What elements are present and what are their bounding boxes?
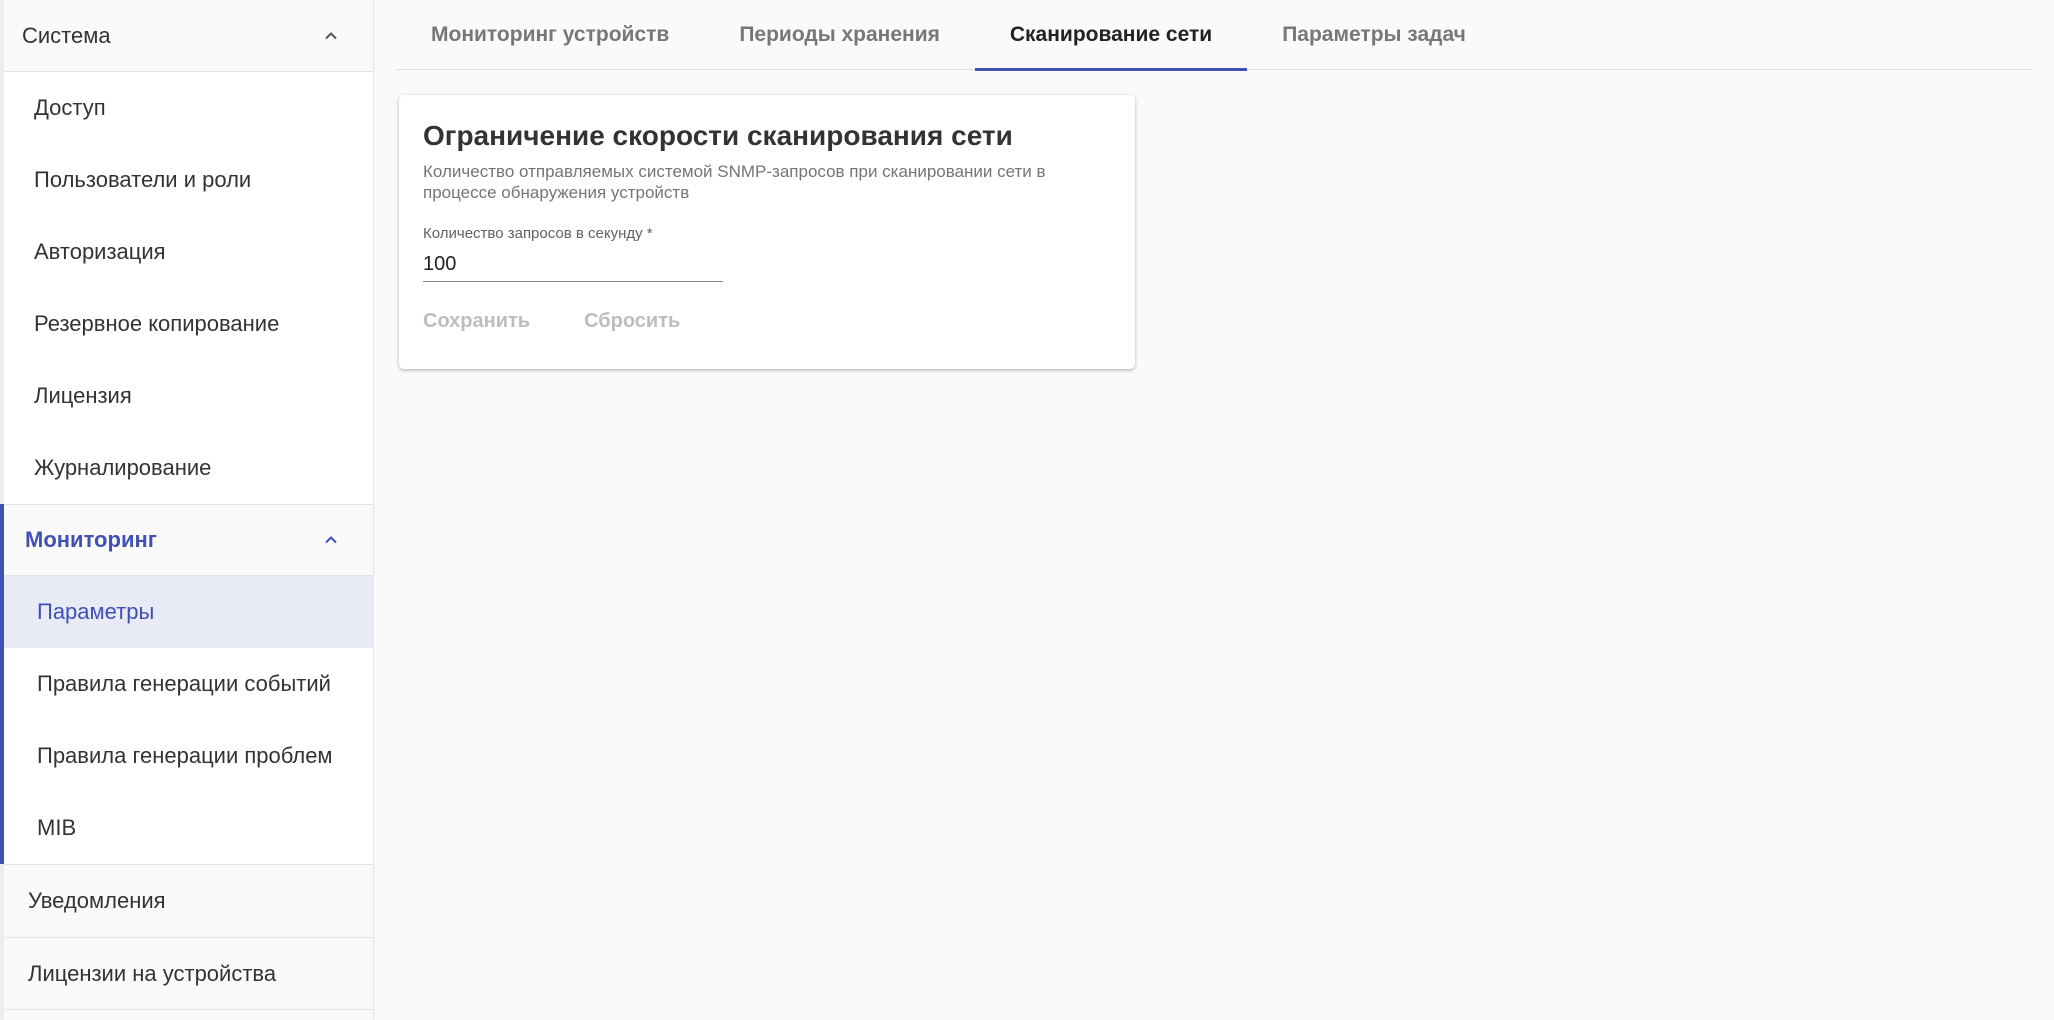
sidebar-group-label: Мониторинг — [25, 527, 157, 552]
tab-label: Сканирование сети — [1009, 23, 1213, 46]
sidebar-item-problem-rules[interactable]: Правила генерации проблем — [4, 720, 373, 792]
sidebar-item-users-roles[interactable]: Пользователи и роли — [4, 144, 373, 216]
sidebar-group-notifications[interactable]: Уведомления — [4, 864, 373, 937]
tab-label: Параметры задач — [1282, 23, 1466, 46]
sidebar-item-mib[interactable]: MIB — [4, 792, 373, 864]
requests-per-second-label: Количество запросов в секунду * — [423, 225, 653, 242]
reset-button[interactable]: Сбросить — [572, 302, 692, 341]
requests-per-second-input[interactable] — [423, 248, 723, 282]
tab-network-scan[interactable]: Сканирование сети — [974, 0, 1248, 71]
sidebar-group-header-system[interactable]: Система — [4, 0, 373, 72]
tab-label: Мониторинг устройств — [431, 23, 670, 46]
tab-label: Периоды хранения — [739, 23, 940, 46]
sidebar-item-label: MIB — [37, 815, 77, 840]
sidebar-group-monitoring: Мониторинг Параметры Правила генерации с… — [0, 504, 373, 864]
sidebar-group-label: Система — [22, 22, 111, 48]
tab-task-parameters[interactable]: Параметры задач — [1247, 0, 1501, 70]
sidebar: Система Доступ Пользователи и роли Автор… — [0, 0, 374, 1020]
sidebar-item-label: Правила генерации проблем — [37, 743, 333, 768]
sidebar-item-label: Лицензия — [34, 383, 132, 408]
sidebar-item-license[interactable]: Лицензия — [4, 360, 373, 432]
sidebar-item-label: Доступ — [34, 95, 106, 120]
sidebar-item-event-rules[interactable]: Правила генерации событий — [4, 648, 373, 720]
save-button[interactable]: Сохранить — [411, 302, 542, 341]
sidebar-item-label: Параметры — [37, 599, 155, 624]
card-title: Ограничение скорости сканирования сети — [423, 120, 1013, 151]
sidebar-item-label: Резервное копирование — [34, 311, 280, 336]
sidebar-item-access[interactable]: Доступ — [4, 72, 373, 144]
sidebar-group-label: Уведомления — [28, 888, 166, 913]
tab-device-monitoring[interactable]: Мониторинг устройств — [396, 0, 704, 70]
sidebar-group-system: Система Доступ Пользователи и роли Автор… — [4, 0, 373, 504]
sidebar-group-header-monitoring[interactable]: Мониторинг — [4, 504, 373, 576]
sidebar-group-label: Лицензии на устройства — [28, 960, 277, 986]
sidebar-item-authorization[interactable]: Авторизация — [4, 216, 373, 288]
chevron-up-icon[interactable] — [319, 24, 343, 48]
sidebar-group-device-licenses[interactable]: Лицензии на устройства — [4, 937, 373, 1010]
tab-retention-periods[interactable]: Периоды хранения — [704, 0, 975, 70]
sidebar-item-label: Пользователи и роли — [34, 167, 252, 192]
main-content: Мониторинг устройств Периоды хранения Ск… — [374, 0, 2054, 1020]
card-description: Количество отправляемых системой SNMP-за… — [423, 162, 1046, 202]
chevron-up-icon[interactable] — [319, 528, 343, 552]
sidebar-item-label: Авторизация — [34, 239, 166, 264]
scan-rate-card: Ограничение скорости сканирования сети К… — [399, 95, 1135, 369]
sidebar-item-label: Правила генерации событий — [37, 671, 331, 696]
sidebar-item-logging[interactable]: Журналирование — [4, 432, 373, 504]
sidebar-item-backup[interactable]: Резервное копирование — [4, 288, 373, 360]
tab-bar: Мониторинг устройств Периоды хранения Ск… — [396, 0, 2032, 71]
sidebar-item-label: Журналирование — [34, 455, 212, 480]
sidebar-item-parameters[interactable]: Параметры — [4, 576, 373, 648]
card-actions: Сохранить Сбросить — [411, 302, 1111, 341]
